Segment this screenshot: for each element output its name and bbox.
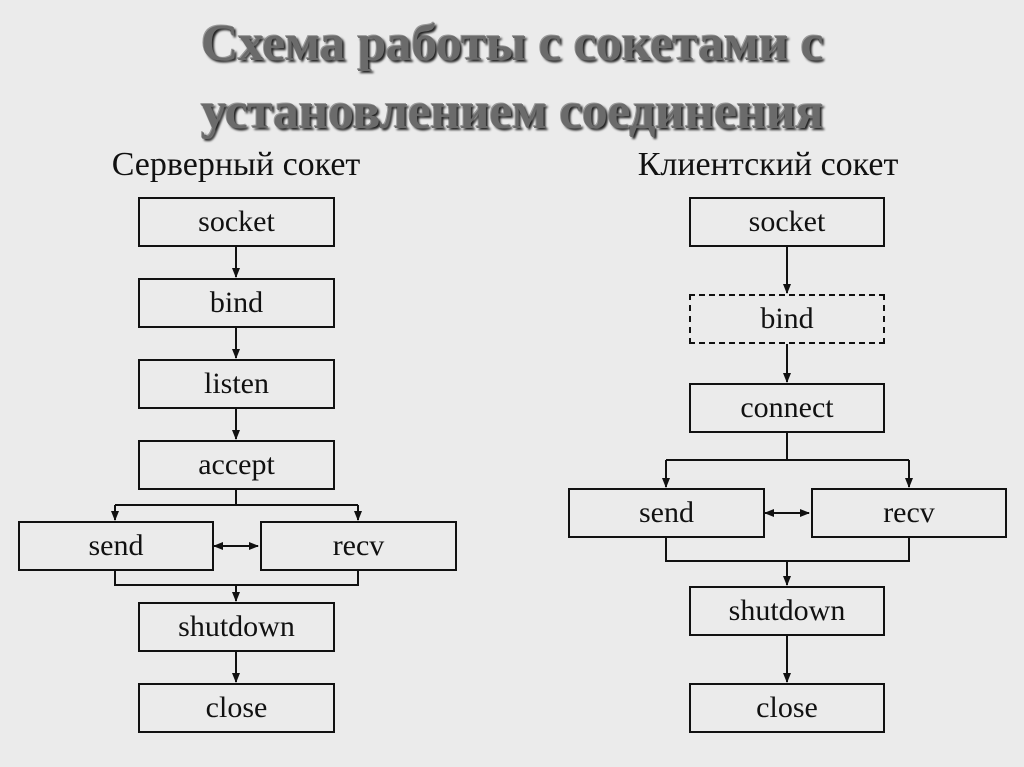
server-merge-line [114,570,359,586]
client-shutdown-box: shutdown [689,586,885,636]
server-accept-box: accept [138,440,335,490]
server-close-box: close [138,683,335,733]
client-bind-box-optional: bind [689,294,885,344]
server-bind-box: bind [138,278,335,328]
server-shutdown-box: shutdown [138,602,335,652]
server-recv-box: recv [260,521,457,571]
client-socket-box: socket [689,197,885,247]
client-merge-line [665,537,910,562]
client-send-box: send [568,488,765,538]
server-listen-box: listen [138,359,335,409]
server-send-box: send [18,521,214,571]
server-socket-box: socket [138,197,335,247]
client-connect-box: connect [689,383,885,433]
client-close-box: close [689,683,885,733]
client-recv-box: recv [811,488,1007,538]
